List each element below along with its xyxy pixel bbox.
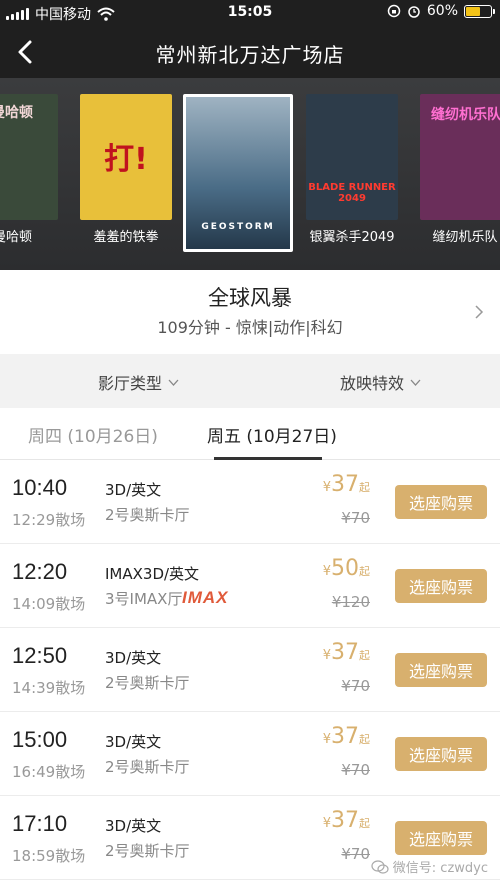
buy-ticket-button[interactable]: 选座购票 [395,737,487,771]
price-amount: 37 [331,724,359,749]
movie-title: 全球风暴 [208,286,292,310]
lock-rotation-icon [387,4,401,18]
hall-name: 3号IMAX厅 [105,590,183,608]
chevron-down-icon [410,379,421,386]
poster-2-selected[interactable]: GEOSTORM [183,94,293,252]
format-language: 3D/英文 [105,481,162,499]
tab-friday[interactable]: 周五 (10月27日) [207,422,337,447]
price-suffix: 起 [359,817,370,830]
wechat-icon [371,859,389,874]
showtime-row: 15:00 16:49散场 3D/英文 2号奥斯卡厅 ¥37起 ¥70 选座购票 [0,712,500,796]
battery-fill [466,6,481,16]
poster-4[interactable]: 缝纫机乐队 [420,94,500,220]
price-currency: ¥ [322,648,331,663]
poster-art-text: BLADE RUNNER 2049 [308,182,396,204]
effects-filter[interactable]: 放映特效 [340,370,421,394]
poster-0[interactable]: 曼哈顿 [0,94,58,220]
end-time: 18:59散场 [12,847,86,865]
end-time: 14:39散场 [12,679,86,697]
buy-ticket-button[interactable]: 选座购票 [395,485,487,519]
price: ¥50起 [323,556,370,581]
price-amount: 37 [331,640,359,665]
poster-name: 羞羞的铁拳 [93,230,159,245]
price-amount: 50 [331,556,359,581]
price-currency: ¥ [322,732,331,747]
showtime-row: 12:20 14:09散场 IMAX3D/英文 3号IMAX厅 IMAX ¥50… [0,544,500,628]
movie-meta: 109分钟 - 惊悚|动作|科幻 [157,318,343,337]
hall-name: 2号奥斯卡厅 [105,506,190,524]
price-suffix: 起 [359,733,370,746]
original-price: ¥120 [331,593,370,611]
poster-3[interactable]: BLADE RUNNER 2049 [306,94,398,220]
alarm-icon [408,6,420,18]
hall-name: 2号奥斯卡厅 [105,842,190,860]
poster-name: 银翼杀手2049 [309,230,395,245]
status-right: 60% [387,3,495,19]
format-language: 3D/英文 [105,817,162,835]
effects-label: 放映特效 [340,374,405,393]
price: ¥37起 [323,808,370,833]
imax-badge: IMAX [182,588,229,607]
price: ¥37起 [323,472,370,497]
poster-name: 缝纫机乐队 [432,230,498,245]
hall-name: 2号奥斯卡厅 [105,758,190,776]
price: ¥37起 [323,724,370,749]
status-bar: 中国移动 15:05 60% [0,0,500,26]
watermark: 微信号: czwdyc [371,857,488,876]
chevron-right-icon [475,305,484,319]
price-currency: ¥ [322,564,331,579]
price-currency: ¥ [322,480,331,495]
format-language: 3D/英文 [105,649,162,667]
hall-type-label: 影厅类型 [98,374,163,393]
poster-1[interactable]: 打! [80,94,172,220]
price-amount: 37 [331,808,359,833]
battery-icon [464,4,495,18]
filter-bar: 影厅类型 放映特效 [0,354,500,408]
poster-name: 遇曼哈顿 [0,230,32,245]
battery-percent: 60% [426,3,458,19]
buy-ticket-button[interactable]: 选座购票 [395,821,487,855]
poster-carousel[interactable]: 曼哈顿 遇曼哈顿 打! 羞羞的铁拳 GEOSTORM BLADE RUNNER … [0,78,500,270]
start-time: 10:40 [12,475,68,500]
original-price: ¥70 [341,509,370,527]
end-time: 14:09散场 [12,595,86,613]
original-price: ¥70 [341,677,370,695]
format-language: IMAX3D/英文 [105,565,200,583]
price-suffix: 起 [359,565,370,578]
original-price: ¥70 [341,761,370,779]
nav-bar: 常州新北万达广场店 [0,26,500,78]
chevron-down-icon [168,379,179,386]
price-suffix: 起 [359,481,370,494]
end-time: 16:49散场 [12,763,86,781]
cinema-title: 常州新北万达广场店 [155,43,345,67]
showtime-row: 10:40 12:29散场 3D/英文 2号奥斯卡厅 ¥37起 ¥70 选座购票 [0,460,500,544]
start-time: 12:50 [12,643,68,668]
price-suffix: 起 [359,649,370,662]
end-time: 12:29散场 [12,511,86,529]
tab-thursday[interactable]: 周四 (10月26日) [28,422,158,447]
hall-name: 2号奥斯卡厅 [105,674,190,692]
poster-art-text: 曼哈顿 [0,105,33,121]
price: ¥37起 [323,640,370,665]
start-time: 15:00 [12,727,68,752]
buy-ticket-button[interactable]: 选座购票 [395,653,487,687]
poster-art-text: 打! [104,142,148,177]
poster-art-text: GEOSTORM [201,222,275,232]
original-price: ¥70 [341,845,370,863]
date-tabs: 周四 (10月26日) 周五 (10月27日) [0,408,500,460]
hall-type-filter[interactable]: 影厅类型 [98,370,179,394]
poster-art-text: 缝纫机乐队 [431,107,500,123]
watermark-text: 微信号: czwdyc [392,861,488,876]
buy-ticket-button[interactable]: 选座购票 [395,569,487,603]
start-time: 17:10 [12,811,68,836]
format-language: 3D/英文 [105,733,162,751]
showtime-row: 12:50 14:39散场 3D/英文 2号奥斯卡厅 ¥37起 ¥70 选座购票 [0,628,500,712]
movie-info[interactable]: 全球风暴 109分钟 - 惊悚|动作|科幻 [0,270,500,354]
price-currency: ¥ [322,816,331,831]
start-time: 12:20 [12,559,68,584]
price-amount: 37 [331,472,359,497]
